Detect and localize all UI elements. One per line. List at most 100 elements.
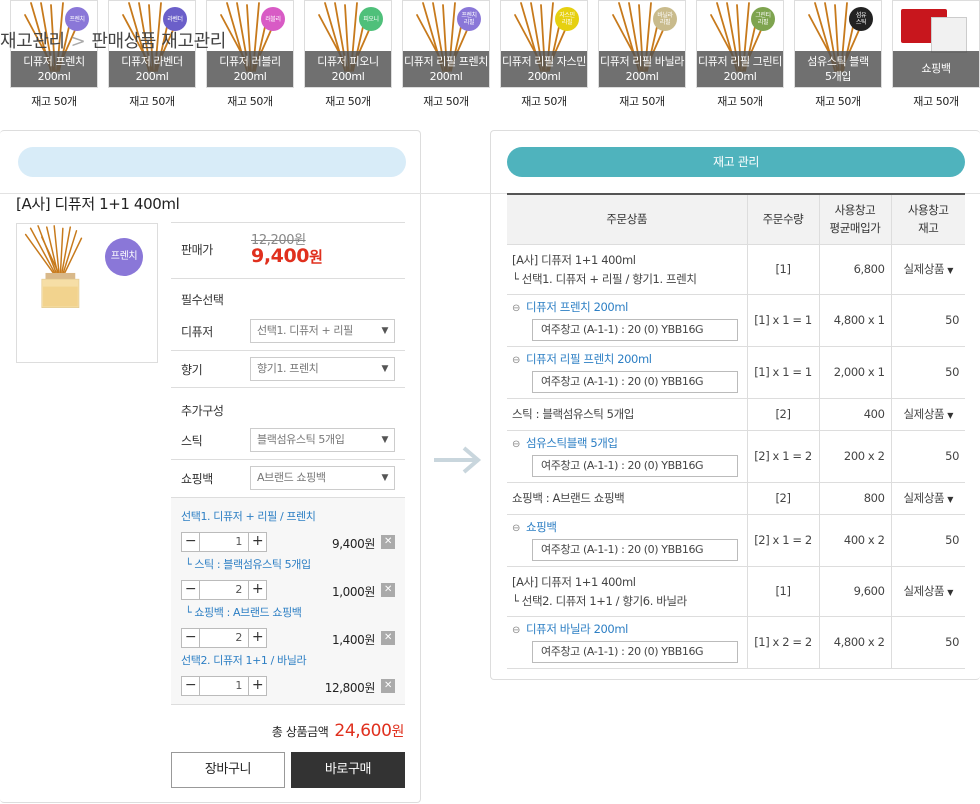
order-qty: [1] (746, 566, 819, 617)
product-thumb-stock: 재고 50개 (423, 95, 469, 108)
remove-option-button[interactable]: ✕ (381, 631, 395, 645)
product-thumb-caption: 디퓨저 리필 바닐라 200ml (599, 51, 685, 87)
chevron-down-icon: ▼ (381, 364, 388, 374)
order-item-cell: [A사] 디퓨저 1+1 400ml └ 선택2. 디퓨저 1+1 / 향기6. … (507, 566, 747, 617)
minus-button[interactable]: − (182, 533, 200, 551)
product-thumb-badge: 그린티 리필 (751, 7, 775, 31)
stick-select[interactable]: 블랙섬유스틱 5개입 ▼ (250, 428, 395, 452)
order-qty-calc: [2] x 1 = 2 (746, 430, 819, 483)
warehouse-field[interactable]: 여주창고 (A-1-1) : 20 (0) YBB16G (532, 539, 738, 561)
product-thumb-caption: 쇼핑백 (893, 51, 979, 87)
product-detail-panel: [A사] 디퓨저 1+1 400ml 프렌치 판매가 12,200원 9,400… (0, 130, 421, 803)
remove-option-button[interactable]: ✕ (381, 583, 395, 597)
column-header-text: 주문상품 (606, 212, 648, 227)
quantity-value[interactable]: 1 (200, 677, 248, 695)
link-icon: ⊖ (512, 625, 520, 636)
required-section: 필수선택 (171, 278, 405, 314)
warehouse-field[interactable]: 여주창고 (A-1-1) : 20 (0) YBB16G (532, 455, 738, 477)
stock-type-select[interactable]: 실제상품 ▼ (890, 398, 965, 431)
warehouse-field[interactable]: 여주창고 (A-1-1) : 20 (0) YBB16G (532, 641, 738, 663)
product-thumb-name: 디퓨저 리필 프렌치 (404, 55, 488, 68)
linked-product-link[interactable]: 섬유스틱블랙 5개입 (526, 436, 618, 450)
chevron-down-icon: ▼ (381, 326, 388, 336)
plus-button[interactable]: + (248, 533, 266, 551)
product-thumb-size: 200ml (233, 70, 267, 83)
linked-product-link[interactable]: 쇼핑백 (526, 520, 557, 534)
stick-row: 스틱 블랙섬유스틱 5개입 ▼ (171, 423, 405, 459)
order-item-cell: 스틱 : 블랙섬유스틱 5개입 (507, 398, 747, 431)
avg-purchase-price: 6,800 (818, 244, 891, 295)
product-thumb[interactable]: 프렌치 디퓨저 프렌치 200ml 재고 50개 (10, 0, 98, 109)
order-item-name: [A사] 디퓨저 1+1 400ml (512, 252, 636, 267)
warehouse-field[interactable]: 여주창고 (A-1-1) : 20 (0) YBB16G (532, 371, 738, 393)
column-header-text: 사용창고 (907, 203, 949, 218)
warehouse-stock: 50 (890, 616, 965, 669)
plus-button[interactable]: + (248, 629, 266, 647)
plus-button[interactable]: + (248, 581, 266, 599)
product-thumb[interactable]: 바닐라 리필 디퓨저 리필 바닐라 200ml 재고 50개 (598, 0, 686, 109)
buy-now-button[interactable]: 바로구매 (291, 752, 405, 788)
product-thumb[interactable]: 쇼핑백재고 50개 (892, 0, 980, 109)
product-thumb-name: 디퓨저 리필 바닐라 (600, 55, 684, 68)
table-row: ⊖ 섬유스틱블랙 5개입 여주창고 (A-1-1) : 20 (0) YBB16G [… (507, 430, 965, 483)
quantity-value[interactable]: 2 (200, 629, 248, 647)
stock-type-select[interactable]: 실제상품 ▼ (890, 566, 965, 617)
order-qty: [2] (746, 482, 819, 515)
selected-option-price: 1,000원 (332, 585, 375, 599)
product-thumb[interactable]: 라벤더 디퓨저 라벤더 200ml 재고 50개 (108, 0, 196, 109)
product-thumb-size: 200ml (527, 70, 561, 83)
quantity-stepper: −2 + (181, 580, 267, 600)
product-thumb[interactable]: 그린티 리필 디퓨저 리필 그린티 200ml 재고 50개 (696, 0, 784, 109)
diffuser-select[interactable]: 선택1. 디퓨저 + 리필 ▼ (250, 319, 395, 343)
product-thumb[interactable]: 섬유 스틱 섬유스틱 블랙 5개입 재고 50개 (794, 0, 882, 109)
order-item-name: 쇼핑백 : A브랜드 쇼핑백 (512, 491, 625, 505)
remove-option-button[interactable]: ✕ (381, 535, 395, 549)
stock-type-select[interactable]: 실제상품 ▼ (890, 244, 965, 295)
product-thumb[interactable]: 프렌치 리필 디퓨저 리필 프렌치 200ml 재고 50개 (402, 0, 490, 109)
stock-type-select[interactable]: 실제상품 ▼ (890, 482, 965, 515)
quantity-value[interactable]: 2 (200, 581, 248, 599)
product-thumb-size: 200ml (429, 70, 463, 83)
product-thumb-name: 디퓨저 리필 자스민 (502, 55, 586, 68)
order-item-option: └ 선택1. 디퓨저 + 리필 / 향기1. 프렌치 (512, 271, 697, 286)
inventory-title-button[interactable]: 재고 관리 (507, 147, 965, 177)
product-title: [A사] 디퓨저 1+1 400ml (16, 195, 180, 213)
product-thumb-caption: 디퓨저 리필 프렌치 200ml (403, 51, 489, 87)
product-thumb-stock: 재고 50개 (913, 95, 959, 108)
plus-button[interactable]: + (248, 677, 266, 695)
order-item-cell: 쇼핑백 : A브랜드 쇼핑백 (507, 482, 747, 515)
cart-button[interactable]: 장바구니 (171, 752, 285, 788)
product-thumb-stock: 재고 50개 (31, 95, 77, 108)
quantity-value[interactable]: 1 (200, 533, 248, 551)
avg-purchase-price-calc: 2,000 x 1 (818, 346, 891, 399)
minus-button[interactable]: − (182, 677, 200, 695)
avg-purchase-price: 800 (818, 482, 891, 515)
product-thumb-image: 자스민 리필 디퓨저 리필 자스민 200ml (500, 0, 588, 88)
chevron-down-icon: ▼ (947, 266, 953, 275)
linked-product-link[interactable]: 디퓨저 바닐라 200ml (526, 622, 628, 636)
minus-button[interactable]: − (182, 581, 200, 599)
column-header: 주문상품 (507, 193, 747, 245)
selected-option-name: 선택1. 디퓨저 + 리필 / 프렌치 (181, 510, 316, 523)
link-icon: ⊖ (512, 303, 520, 314)
breadcrumb-root[interactable]: 재고관리 (0, 31, 65, 52)
avg-purchase-price-calc: 400 x 2 (818, 514, 891, 567)
bag-select[interactable]: A브랜드 쇼핑백 ▼ (250, 466, 395, 490)
scent-select[interactable]: 향기1. 프렌치 ▼ (250, 357, 395, 381)
warehouse-field[interactable]: 여주창고 (A-1-1) : 20 (0) YBB16G (532, 319, 738, 341)
chevron-down-icon: ▼ (947, 588, 953, 597)
diffuser-image-icon (24, 225, 83, 308)
minus-button[interactable]: − (182, 629, 200, 647)
avg-purchase-price: 9,600 (818, 566, 891, 617)
remove-option-button[interactable]: ✕ (381, 679, 395, 693)
sale-price: 9,400원 (251, 245, 323, 267)
linked-product-link[interactable]: 디퓨저 프렌치 200ml (526, 300, 628, 314)
product-thumb[interactable]: 러블리 디퓨저 러블리 200ml 재고 50개 (206, 0, 294, 109)
linked-product-link[interactable]: 디퓨저 리필 프렌치 200ml (526, 352, 652, 366)
selected-option-name: └ 스틱 : 블랙섬유스틱 5개입 (185, 558, 311, 571)
product-thumb-badge: 러블리 (261, 7, 285, 31)
chevron-down-icon: ▼ (381, 435, 388, 445)
product-thumb[interactable]: 자스민 리필 디퓨저 리필 자스민 200ml 재고 50개 (500, 0, 588, 109)
product-thumb[interactable]: 피오니 디퓨저 피오니 200ml 재고 50개 (304, 0, 392, 109)
link-icon: ⊖ (512, 523, 520, 534)
